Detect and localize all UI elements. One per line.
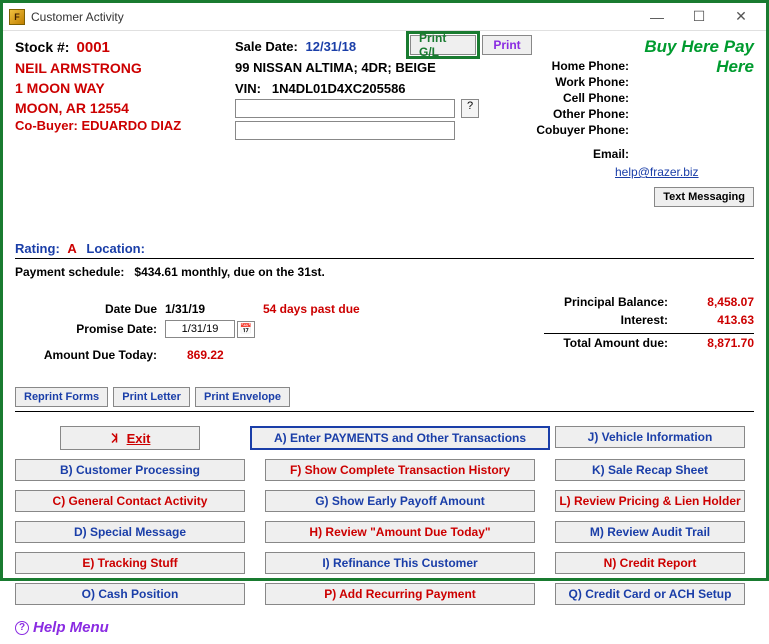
print-envelope-button[interactable]: Print Envelope <box>195 387 290 407</box>
rating-value: A <box>67 241 76 256</box>
interest-label: Interest: <box>544 313 684 331</box>
special-message-button[interactable]: D) Special Message <box>15 521 245 543</box>
principal-balance-label: Principal Balance: <box>544 295 684 313</box>
show-transaction-history-button[interactable]: F) Show Complete Transaction History <box>265 459 535 481</box>
print-letter-button[interactable]: Print Letter <box>113 387 190 407</box>
sale-recap-sheet-button[interactable]: K) Sale Recap Sheet <box>555 459 745 481</box>
review-pricing-lien-button[interactable]: L) Review Pricing & Lien Holder <box>555 490 745 512</box>
credit-report-button[interactable]: N) Credit Report <box>555 552 745 574</box>
field-help-button[interactable]: ? <box>461 99 479 118</box>
note-input-2[interactable] <box>235 121 455 140</box>
review-amount-due-button[interactable]: H) Review "Amount Due Today" <box>265 521 535 543</box>
cobuyer-name: EDUARDO DIAZ <box>81 118 181 133</box>
amount-due-today-label: Amount Due Today: <box>15 348 165 362</box>
sale-date-label: Sale Date: <box>235 39 298 54</box>
email-link[interactable]: help@frazer.biz <box>615 165 699 179</box>
help-menu-button[interactable]: ? Help Menu <box>15 619 754 636</box>
payment-schedule-label: Payment schedule: <box>15 265 124 279</box>
interest-value: 413.63 <box>684 313 754 331</box>
exit-icon <box>110 432 123 444</box>
refinance-customer-button[interactable]: I) Refinance This Customer <box>265 552 535 574</box>
principal-balance-value: 8,458.07 <box>684 295 754 313</box>
rating-row: Rating: A Location: <box>15 241 754 259</box>
close-button[interactable]: ✕ <box>720 4 762 30</box>
titlebar: F Customer Activity — ☐ ✕ <box>3 3 766 31</box>
general-contact-activity-button[interactable]: C) General Contact Activity <box>15 490 245 512</box>
address-line-1: 1 MOON WAY <box>15 80 235 96</box>
amount-due-today-value: 869.22 <box>187 348 224 362</box>
print-button[interactable]: Print <box>482 35 532 55</box>
add-recurring-payment-button[interactable]: P) Add Recurring Payment <box>265 583 535 605</box>
print-gl-button[interactable]: Print G/L <box>410 35 476 55</box>
other-phone-label: Other Phone: <box>499 107 629 121</box>
note-input-1[interactable] <box>235 99 455 118</box>
enter-payments-button[interactable]: A) Enter PAYMENTS and Other Transactions <box>250 426 550 450</box>
calendar-icon[interactable]: 📅 <box>237 321 255 338</box>
promise-date-label: Promise Date: <box>15 322 165 336</box>
customer-name: NEIL ARMSTRONG <box>15 60 235 76</box>
minimize-button[interactable]: — <box>636 4 678 30</box>
tracking-stuff-button[interactable]: E) Tracking Stuff <box>15 552 245 574</box>
stock-number: 0001 <box>77 39 110 56</box>
vehicle-information-button[interactable]: J) Vehicle Information <box>555 426 745 448</box>
vin-label: VIN: <box>235 81 261 96</box>
vin-value: 1N4DL01D4XC205586 <box>272 81 406 96</box>
sale-date-value: 12/31/18 <box>306 39 357 54</box>
address-line-2: MOON, AR 12554 <box>15 100 235 116</box>
window-title: Customer Activity <box>31 10 124 24</box>
date-due-value: 1/31/19 <box>165 302 235 316</box>
reprint-forms-button[interactable]: Reprint Forms <box>15 387 108 407</box>
exit-button[interactable]: Exit <box>60 426 200 450</box>
vehicle-description: 99 NISSAN ALTIMA; 4DR; BEIGE <box>235 60 479 75</box>
text-messaging-button[interactable]: Text Messaging <box>654 187 754 207</box>
cobuyer-label: Co-Buyer: <box>15 118 78 133</box>
payment-schedule-text: $434.61 monthly, due on the 31st. <box>134 265 325 279</box>
cash-position-button[interactable]: O) Cash Position <box>15 583 245 605</box>
promise-date-input[interactable] <box>165 320 235 338</box>
home-phone-label: Home Phone: <box>499 59 629 73</box>
exit-label: Exit <box>127 431 151 446</box>
show-early-payoff-button[interactable]: G) Show Early Payoff Amount <box>265 490 535 512</box>
review-audit-trail-button[interactable]: M) Review Audit Trail <box>555 521 745 543</box>
rating-label: Rating: <box>15 241 60 256</box>
help-menu-label: Help Menu <box>33 619 109 636</box>
total-amount-due-label: Total Amount due: <box>544 336 684 351</box>
balances-block: Principal Balance: 8,458.07 Interest: 41… <box>544 295 754 351</box>
credit-card-ach-button[interactable]: Q) Credit Card or ACH Setup <box>555 583 745 605</box>
past-due-text: 54 days past due <box>263 302 360 316</box>
app-icon: F <box>9 9 25 25</box>
cobuyer-phone-label: Cobuyer Phone: <box>499 123 629 137</box>
buy-here-pay-here-label: Buy Here Pay Here <box>629 37 754 77</box>
stock-label: Stock #: <box>15 39 69 55</box>
total-amount-due-value: 8,871.70 <box>684 336 754 351</box>
maximize-button[interactable]: ☐ <box>678 4 720 30</box>
work-phone-label: Work Phone: <box>499 75 629 89</box>
customer-processing-button[interactable]: B) Customer Processing <box>15 459 245 481</box>
help-icon: ? <box>15 621 29 635</box>
location-label: Location: <box>86 241 145 256</box>
email-label: Email: <box>593 147 629 161</box>
date-due-label: Date Due <box>15 302 165 316</box>
cell-phone-label: Cell Phone: <box>499 91 629 105</box>
